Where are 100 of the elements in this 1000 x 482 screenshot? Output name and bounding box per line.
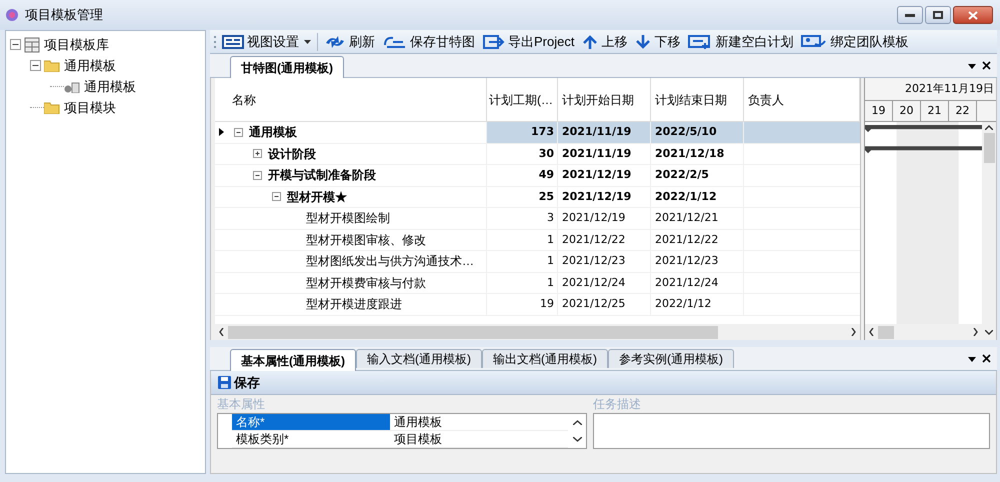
row-name: 通用模板 [249,124,297,142]
collapse-icon[interactable] [272,192,281,202]
current-row-icon [219,128,224,136]
group-title: 任务描述 [593,397,642,411]
day-label: 19 [865,101,893,121]
restore-icon [933,11,943,19]
day-label: 21 [921,101,949,121]
tree-item[interactable]: 通用模板 [64,56,116,76]
scroll-right-icon[interactable] [851,328,856,336]
toolbar-button[interactable]: 新建空白计划 [686,32,796,52]
arrow-down-icon [635,34,652,48]
close-icon[interactable] [982,354,991,363]
table-cell: 2022/2/5 [651,165,744,186]
row-name: 型材开模费审核与付款 [306,274,426,292]
table-row[interactable]: 型材开模费审核与付款 1 2021/12/24 2021/12/24 [215,272,860,294]
table-cell: 1 [487,230,558,250]
save-button[interactable]: 保存 [217,372,260,392]
minimize-button[interactable] [897,6,923,24]
scroll-up-icon[interactable] [985,125,993,130]
table-cell: 2021/12/25 [558,294,651,314]
table-cell: 2021/12/19 [558,208,651,228]
table-cell: 1 [487,251,558,272]
collapse-icon[interactable] [253,170,262,180]
row-name: 型材图纸发出与供方沟通技术… [306,253,474,270]
table-cell: 2021/11/19 [558,122,651,142]
tree-item[interactable]: 通用模板 [84,76,136,96]
toolbar-button[interactable]: 导出Project [481,32,576,52]
table-row[interactable]: 型材开模进度跟进 19 2021/12/25 2022/1/12 [215,294,860,316]
maximize-button[interactable] [925,6,951,24]
table-row[interactable]: 通用模板 173 2021/11/19 2022/5/10 [215,122,860,144]
toolbar-button[interactable]: 绑定团队模板 [799,32,910,52]
table-cell: 2021/12/24 [558,272,651,293]
property-value[interactable]: 项目模板 [390,430,568,448]
table-row[interactable]: 型材开模图审核、修改 1 2021/12/22 2021/12/22 [215,230,860,251]
table-cell: 2021/12/24 [651,272,744,293]
collapse-icon[interactable] [30,60,41,71]
tab[interactable]: 参考实例(通用模板) [608,349,734,368]
property-name[interactable]: 名称* [232,414,390,430]
scrollbar-thumb[interactable] [228,326,718,338]
table-row[interactable]: 型材图纸发出与供方沟通技术… 1 2021/12/23 2021/12/23 [215,251,860,272]
collapse-icon[interactable] [10,39,21,50]
toolbar-button[interactable]: 保存甘特图 [381,32,477,52]
column-header[interactable]: 计划结束日期 [651,78,744,121]
toolbar-button[interactable]: 下移 [633,32,682,52]
document-icon [64,80,80,92]
arrow-up-icon [582,34,598,48]
scrollbar-thumb[interactable] [878,326,894,338]
scroll-left-icon[interactable] [869,328,874,336]
tree-item[interactable]: 项目模块 [64,98,116,118]
table-row[interactable]: 设计阶段 30 2021/11/19 2021/12/18 [215,144,860,165]
table-cell: 2021/12/22 [558,230,651,250]
tree-item[interactable]: 项目模板库 [44,34,109,54]
row-name: 型材开模图审核、修改 [306,232,426,249]
row-name: 开模与试制准备阶段 [268,167,376,184]
property-value[interactable]: 通用模板 [390,413,568,431]
export-icon [483,34,505,48]
tab[interactable]: 输出文档(通用模板) [482,349,608,368]
table-cell: 173 [487,122,558,142]
tab[interactable]: 基本属性(通用模板) [230,349,356,371]
close-button[interactable] [953,6,993,24]
column-header[interactable]: 负责人 [744,78,860,121]
scrollbar-thumb[interactable] [984,133,994,163]
table-cell: 2021/12/23 [651,251,744,272]
tab[interactable]: 输入文档(通用模板) [356,349,482,368]
toolbar-button[interactable]: 刷新 [322,32,377,52]
scroll-down-icon[interactable] [572,437,582,442]
table-cell: 19 [487,294,558,314]
table-cell: 2021/12/22 [651,230,744,250]
toolbar-button[interactable]: 视图设置 [220,32,313,52]
dropdown-icon[interactable] [968,64,976,69]
tab[interactable]: 甘特图(通用模板) [230,56,344,78]
description-field[interactable] [593,413,990,449]
scroll-left-icon[interactable] [219,328,224,336]
table-row[interactable]: 型材开模★ 25 2021/12/19 2022/1/12 [215,186,860,208]
property-name[interactable]: 模板类别* [232,431,390,447]
new-plan-icon [688,34,712,48]
scroll-right-icon[interactable] [973,328,978,336]
table-cell: 2021/12/18 [651,144,744,164]
close-icon [968,10,978,20]
expand-icon[interactable] [253,149,262,158]
minimize-icon [905,14,915,16]
group-title: 基本属性 [217,397,266,411]
column-header[interactable]: 名称 [228,78,487,121]
app-icon [5,8,19,22]
dropdown-icon[interactable] [968,357,976,362]
table-row[interactable]: 开模与试制准备阶段 49 2021/12/19 2022/2/5 [215,165,860,186]
table-cell: 2021/12/19 [558,165,651,186]
table-cell: 30 [487,144,558,164]
table-cell: 2021/12/19 [558,186,651,207]
scroll-up-icon[interactable] [572,420,582,425]
collapse-icon[interactable] [234,128,243,137]
table-cell: 49 [487,165,558,186]
toolbar-button[interactable]: 上移 [580,32,630,52]
scroll-down-icon[interactable] [985,330,993,334]
day-label: 20 [893,101,921,121]
column-header[interactable]: 计划开始日期 [558,78,651,121]
row-name: 型材开模进度跟进 [306,296,402,314]
close-icon[interactable] [982,61,991,70]
table-row[interactable]: 型材开模图绘制 3 2021/12/19 2021/12/21 [215,208,860,230]
column-header[interactable]: 计划工期(… [487,78,558,121]
